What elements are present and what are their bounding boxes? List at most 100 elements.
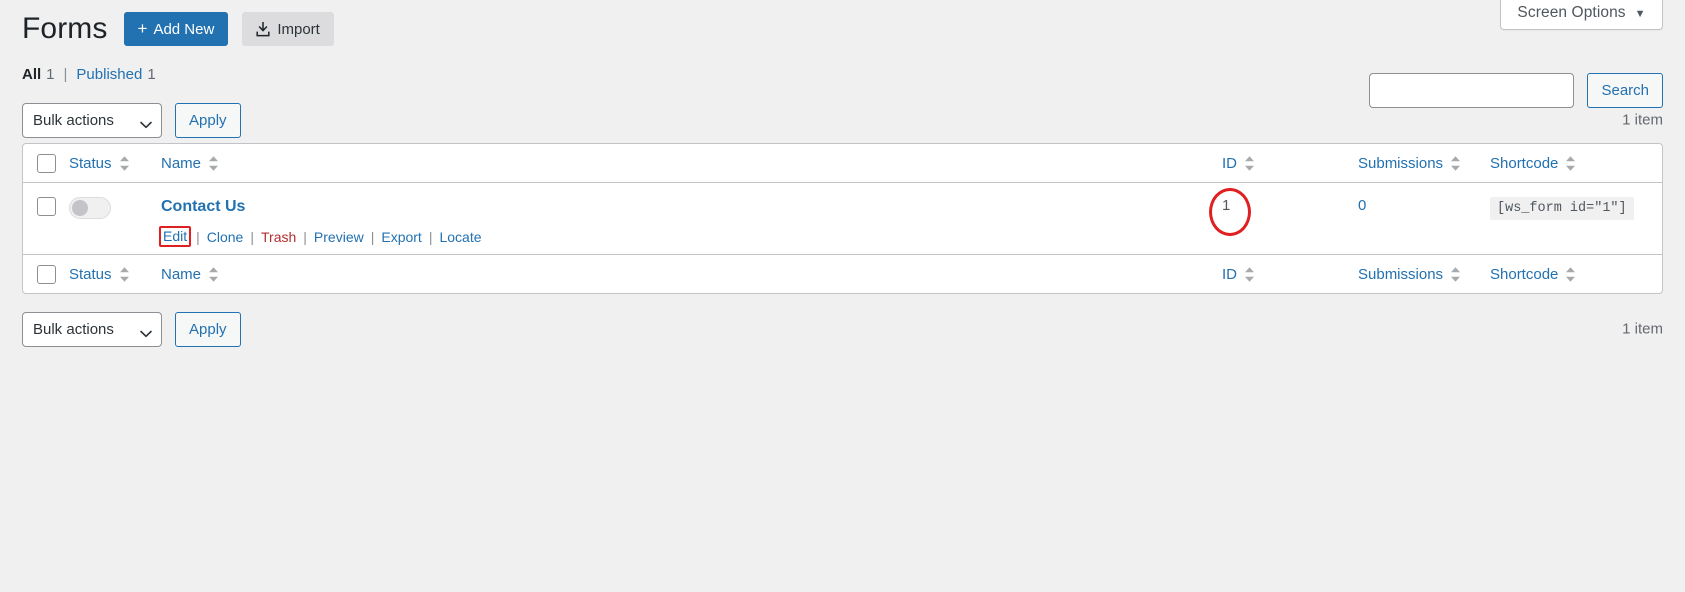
- sort-updown-icon: [1244, 266, 1255, 283]
- add-new-label: Add New: [153, 20, 215, 38]
- table-foot: Status Name ID Submissions Shortcode: [23, 254, 1662, 293]
- import-label: Import: [277, 20, 320, 38]
- sort-link-shortcode[interactable]: Shortcode: [1490, 155, 1576, 172]
- forms-table: Status Name ID Submissions Shortcode Con…: [22, 143, 1663, 294]
- table-head: Status Name ID Submissions Shortcode: [23, 144, 1662, 183]
- sort-updown-icon: [119, 266, 130, 283]
- footer-sort-link-shortcode[interactable]: Shortcode: [1490, 266, 1576, 283]
- row-select-checkbox[interactable]: [37, 197, 56, 216]
- column-header-shortcode: Shortcode: [1490, 144, 1662, 183]
- footer-column-header-checkbox: [23, 254, 69, 293]
- footer-column-header-shortcode: Shortcode: [1490, 254, 1662, 293]
- status-toggle[interactable]: [69, 197, 111, 219]
- filter-item-all: All 1 |: [22, 66, 76, 83]
- column-label-shortcode: Shortcode: [1490, 154, 1559, 172]
- bulk-actions-select-bottom[interactable]: Bulk actions: [22, 311, 162, 347]
- footer-column-label-submissions: Submissions: [1358, 265, 1444, 283]
- footer-sort-link-id[interactable]: ID: [1222, 266, 1255, 283]
- preview-action-link[interactable]: Preview: [314, 229, 364, 245]
- add-new-button[interactable]: + Add New: [123, 12, 229, 46]
- select-all-checkbox-top[interactable]: [37, 153, 56, 173]
- sort-updown-icon: [208, 155, 219, 172]
- filter-link-all[interactable]: All: [22, 66, 41, 83]
- sort-updown-icon: [1450, 155, 1461, 172]
- table-row: Contact Us Edit | Clone | Trash | Previe…: [23, 183, 1662, 254]
- row-shortcode-cell: [ws_form id="1"]: [1490, 183, 1662, 254]
- footer-column-label-status: Status: [69, 265, 112, 283]
- page-title: Forms: [22, 12, 108, 45]
- footer-sort-link-submissions[interactable]: Submissions: [1358, 266, 1461, 283]
- action-separator: |: [250, 228, 254, 245]
- id-value-wrap: 1: [1209, 188, 1251, 236]
- submissions-count-link[interactable]: 0: [1358, 197, 1366, 214]
- footer-column-label-shortcode: Shortcode: [1490, 265, 1559, 283]
- sort-link-status[interactable]: Status: [69, 155, 130, 172]
- filter-count-published: 1: [147, 66, 156, 83]
- clone-action-link[interactable]: Clone: [207, 229, 244, 245]
- action-separator: |: [303, 228, 307, 245]
- locate-action-link[interactable]: Locate: [439, 229, 481, 245]
- edit-action-link[interactable]: Edit: [163, 228, 187, 244]
- column-label-id: ID: [1222, 154, 1237, 172]
- forms-admin-page: Screen Options ▼ Forms + Add New Import …: [0, 0, 1685, 592]
- column-header-submissions: Submissions: [1358, 144, 1490, 183]
- column-label-submissions: Submissions: [1358, 154, 1444, 172]
- export-action-link[interactable]: Export: [381, 229, 421, 245]
- row-id-cell: 1: [1209, 183, 1358, 254]
- footer-column-header-name: Name: [161, 254, 1222, 293]
- tablenav-top: Bulk actions Apply 1 item: [22, 97, 1663, 143]
- action-separator: |: [196, 228, 200, 245]
- footer-column-header-id: ID: [1222, 254, 1358, 293]
- footer-sort-link-status[interactable]: Status: [69, 266, 130, 283]
- footer-column-label-id: ID: [1222, 265, 1237, 283]
- shortcode-value[interactable]: [ws_form id="1"]: [1490, 197, 1634, 220]
- bulk-actions-select-top[interactable]: Bulk actions: [22, 102, 162, 138]
- column-label-name: Name: [161, 154, 202, 172]
- sort-link-id[interactable]: ID: [1222, 155, 1255, 172]
- sort-updown-icon: [1450, 266, 1461, 283]
- row-status-cell: [69, 183, 161, 254]
- trash-action-link[interactable]: Trash: [261, 229, 296, 245]
- row-name-cell: Contact Us Edit | Clone | Trash | Previe…: [159, 183, 1222, 254]
- tablenav-bottom: Bulk actions Apply 1 item: [22, 306, 1663, 352]
- action-separator: |: [370, 228, 375, 245]
- footer-column-header-submissions: Submissions: [1358, 254, 1490, 293]
- apply-button-top[interactable]: Apply: [175, 102, 241, 138]
- row-submissions-cell: 0: [1358, 183, 1490, 254]
- column-header-status: Status: [69, 144, 161, 183]
- bulk-actions-select-wrap: Bulk actions: [22, 102, 162, 138]
- toggle-knob: [72, 200, 88, 216]
- displaying-num-top: 1 item: [1622, 111, 1663, 129]
- id-value: 1: [1222, 197, 1231, 214]
- sort-updown-icon: [119, 155, 130, 172]
- row-checkbox-cell: [23, 183, 69, 254]
- sort-updown-icon: [208, 266, 219, 283]
- footer-column-header-status: Status: [69, 254, 161, 293]
- form-name-link[interactable]: Contact Us: [161, 197, 245, 216]
- table-header-row: Status Name ID Submissions Shortcode: [23, 144, 1662, 183]
- sort-updown-icon: [1565, 266, 1576, 283]
- page-header: Forms + Add New Import: [22, 0, 1663, 46]
- import-button[interactable]: Import: [242, 12, 334, 46]
- footer-column-label-name: Name: [161, 265, 202, 283]
- edit-action-highlight-box: Edit: [159, 226, 192, 248]
- sort-link-name[interactable]: Name: [161, 155, 219, 172]
- filter-link-published[interactable]: Published: [76, 66, 142, 83]
- screen-options-button[interactable]: Screen Options ▼: [1500, 0, 1663, 30]
- sort-link-submissions[interactable]: Submissions: [1358, 155, 1461, 172]
- footer-sort-link-name[interactable]: Name: [161, 266, 219, 283]
- apply-button-bottom[interactable]: Apply: [175, 311, 241, 347]
- chevron-down-icon: ▼: [1634, 8, 1646, 20]
- displaying-num-bottom: 1 item: [1622, 320, 1663, 338]
- column-header-name: Name: [161, 144, 1222, 183]
- column-header-id: ID: [1222, 144, 1358, 183]
- plus-icon: +: [137, 18, 148, 38]
- select-all-checkbox-bottom[interactable]: [37, 264, 56, 284]
- screen-options-label: Screen Options: [1517, 4, 1626, 21]
- action-separator: |: [428, 228, 433, 245]
- column-label-status: Status: [69, 154, 112, 172]
- sort-updown-icon: [1565, 155, 1576, 172]
- table-body: Contact Us Edit | Clone | Trash | Previe…: [23, 183, 1662, 254]
- table-footer-row: Status Name ID Submissions Shortcode: [23, 254, 1662, 293]
- filter-item-published: Published 1: [76, 66, 155, 83]
